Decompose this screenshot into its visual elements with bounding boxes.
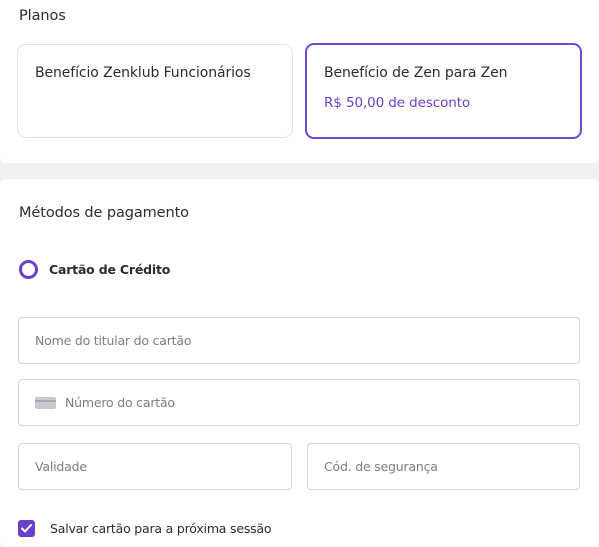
plans-title: Planos [19,8,66,24]
payment-method-credit-card[interactable]: Cartão de Crédito [19,258,170,280]
save-card-option[interactable]: Salvar cartão para a próxima sessão [18,520,272,537]
expiry-input[interactable] [35,459,291,474]
save-card-label: Salvar cartão para a próxima sessão [50,521,272,536]
plan-option-name: Benefício de Zen para Zen [324,65,508,81]
payment-method-label: Cartão de Crédito [49,261,171,277]
card-number-input[interactable] [65,395,579,410]
cardholder-name-field[interactable] [18,317,580,364]
plan-option-zenklub-funcionarios[interactable]: Benefício Zenklub Funcionários [17,44,293,138]
plan-option-discount: R$ 50,00 de desconto [324,95,471,111]
radio-selected-icon[interactable] [19,259,38,279]
card-number-field[interactable] [18,379,580,426]
save-card-checkbox[interactable] [18,520,35,537]
expiry-field[interactable] [18,443,292,490]
security-code-field[interactable] [307,443,580,490]
plan-option-name: Benefício Zenklub Funcionários [35,65,251,81]
check-icon [21,524,32,533]
credit-card-icon [35,396,56,409]
cardholder-name-input[interactable] [35,333,579,348]
plans-section: Planos Benefício Zenklub Funcionários Be… [0,0,599,163]
security-code-input[interactable] [324,459,579,474]
payment-title: Métodos de pagamento [19,205,189,221]
plan-option-zen-para-zen[interactable]: Benefício de Zen para Zen R$ 50,00 de de… [305,43,582,139]
